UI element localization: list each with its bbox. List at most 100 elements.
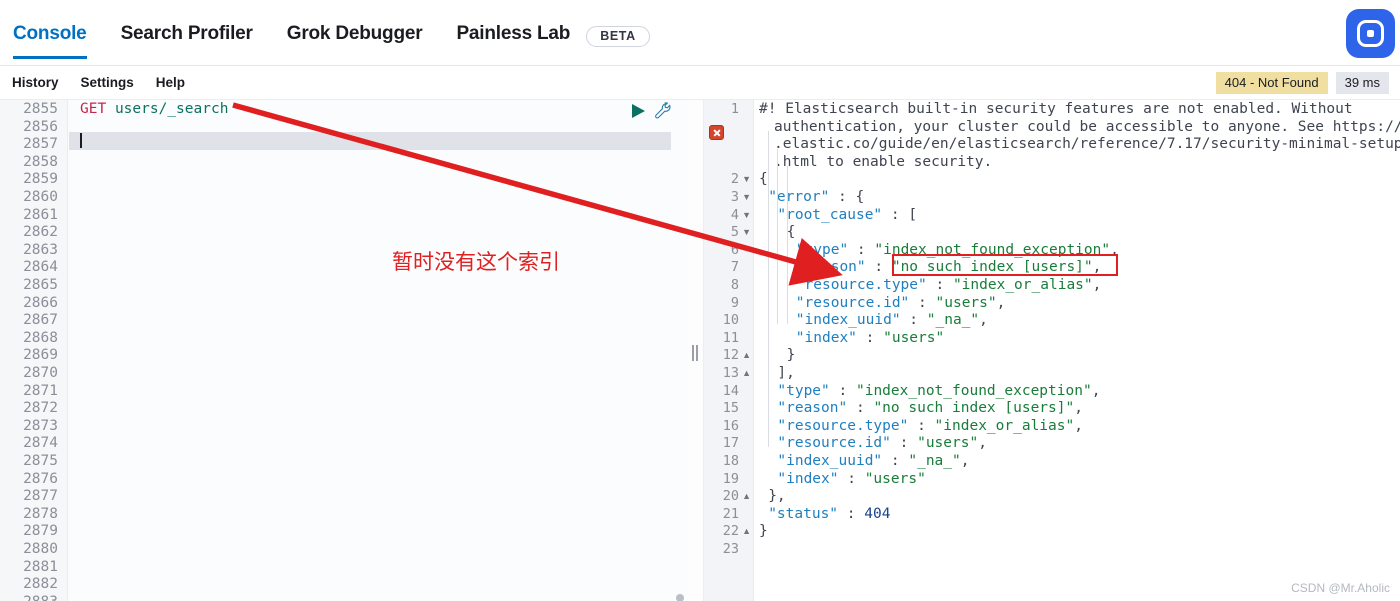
json-key: "type" [777, 382, 830, 399]
menu-item-history[interactable]: History [12, 75, 59, 90]
json-key: "reason" [777, 400, 848, 417]
beta-badge: BETA [586, 25, 650, 47]
fold-collapse-icon[interactable]: ▼ [742, 171, 751, 189]
request-line-number: 2871 [23, 382, 58, 399]
app-launcher-dot-icon [1367, 30, 1374, 37]
response-line-text: "resource.id" : "users", [777, 435, 987, 452]
response-line-number: 10 [722, 312, 739, 329]
request-line-number: 2856 [23, 118, 58, 135]
tab-grok-debugger[interactable]: Grok Debugger [287, 13, 423, 65]
json-key: "status" [768, 505, 839, 522]
json-string-value: "index_or_alias" [934, 417, 1075, 434]
request-line-number: 2872 [23, 400, 58, 417]
json-key: "resource.type" [777, 417, 909, 434]
response-line-text: } [786, 347, 796, 364]
request-line-number: 2860 [23, 189, 58, 205]
response-line-number: 5 [730, 224, 739, 241]
kibana-dev-tools-console: Console Search Profiler Grok Debugger Painl… [0, 0, 1400, 601]
response-line-number: 7 [730, 259, 739, 276]
json-string-value: "index_not_found_exception" [874, 241, 1111, 258]
request-line-number: 2873 [23, 417, 58, 434]
request-line-number: 2880 [23, 541, 58, 557]
json-string-value: "users" [935, 294, 997, 311]
response-line-text: "error" : { [768, 189, 865, 205]
response-line-text: "reason" : "no such index [users]", [795, 259, 1102, 276]
request-line-number: 2866 [23, 294, 58, 311]
indent-guide [768, 324, 769, 447]
request-editor-body[interactable]: GET users/_search [69, 100, 688, 601]
response-line-text: ], [777, 365, 795, 381]
indent-guide [777, 149, 778, 324]
response-line-text: "index" : "users" [777, 470, 926, 487]
json-key: "index" [777, 470, 839, 487]
tab-painless-lab[interactable]: Painless Lab [456, 13, 570, 65]
fold-expand-icon[interactable]: ▲ [742, 488, 751, 506]
tab-list: Console Search Profiler Grok Debugger Painl… [13, 13, 650, 65]
pane-splitter[interactable] [688, 100, 703, 601]
json-key: "index_uuid" [795, 312, 901, 329]
json-key: "index_uuid" [777, 453, 883, 469]
app-launcher-button[interactable] [1346, 9, 1395, 58]
fold-expand-icon[interactable]: ▲ [742, 347, 751, 365]
indent-guide [786, 166, 788, 324]
fold-expand-icon[interactable]: ▲ [742, 523, 751, 541]
request-line-number: 2862 [23, 224, 58, 241]
response-editor-pane[interactable]: 1 2 ▼ 3 ▼ 4 ▼ 5 ▼ 6 7 8 9 10 11 12 ▲ 13 ▲ 14 15 16 17 18 19 20 ▲ 21… [703, 100, 1400, 601]
tab-search-profiler[interactable]: Search Profiler [121, 13, 253, 65]
response-line-text: } [759, 523, 768, 540]
response-line-number: 8 [730, 277, 739, 293]
response-line-text: authentication, your cluster could be ac… [774, 118, 1400, 135]
error-x-icon[interactable] [709, 125, 724, 140]
request-line-number: 2868 [23, 329, 58, 346]
response-line-text: "resource.type" : "index_or_alias", [795, 277, 1102, 293]
fold-collapse-icon[interactable]: ▼ [742, 189, 751, 207]
play-icon[interactable] [631, 103, 646, 119]
json-number-value: 404 [864, 505, 891, 522]
request-editor-pane[interactable]: 2855 2856 2857 2858 2859 2860 2861 2862 2863 2864… [0, 100, 688, 601]
response-line-number: 22 [722, 523, 739, 540]
json-key: "reason" [795, 259, 866, 276]
text-caret [80, 133, 82, 148]
response-status-area: 404 - Not Found 39 ms [1215, 72, 1389, 94]
json-string-value: "users" [917, 435, 979, 452]
response-line-number: 4 [730, 206, 739, 223]
response-line-text: "reason" : "no such index [users]", [777, 400, 1083, 417]
request-line-number: 2882 [23, 576, 58, 593]
request-line-number: 2883 [23, 594, 58, 601]
menu-item-help[interactable]: Help [156, 75, 185, 90]
scroll-indicator[interactable] [676, 594, 684, 601]
json-key: "resource.type" [795, 277, 927, 293]
wrench-icon[interactable] [654, 102, 672, 120]
fold-collapse-icon[interactable]: ▼ [742, 224, 751, 242]
tab-console[interactable]: Console [13, 13, 87, 65]
console-menu-bar: History Settings Help 404 - Not Found 39 m… [0, 66, 1400, 100]
response-line-number: 20 [722, 488, 739, 505]
json-string-value: "no such index [users]" [891, 259, 1093, 276]
menu-item-settings[interactable]: Settings [81, 75, 134, 90]
status-badge: 404 - Not Found [1215, 72, 1328, 94]
request-line-number: 2875 [23, 453, 58, 469]
response-line-number: 17 [722, 435, 739, 452]
json-key: "resource.id" [777, 435, 891, 452]
response-line-number: 12 [722, 347, 739, 364]
response-line-number: 9 [730, 294, 739, 311]
http-method: GET [80, 101, 107, 117]
json-string-value: "index_not_found_exception" [855, 382, 1092, 399]
fold-collapse-icon[interactable]: ▼ [742, 207, 751, 225]
response-line-text: "resource.type" : "index_or_alias", [777, 417, 1083, 434]
response-line-text: }, [768, 488, 786, 505]
response-line-text: "status" : 404 [768, 505, 891, 522]
response-line-number: 11 [722, 329, 739, 346]
response-line-number: 16 [722, 417, 739, 434]
json-key: "root_cause" [777, 206, 883, 223]
fold-expand-icon[interactable]: ▲ [742, 365, 751, 383]
response-line-text: "resource.id" : "users", [795, 294, 1006, 311]
request-line-text: GET users/_search [80, 101, 228, 119]
response-editor-body[interactable]: #! Elasticsearch built-in security featu… [755, 100, 1400, 601]
json-string-value: "no such index [users]" [873, 400, 1075, 417]
response-line-number: 3 [730, 189, 739, 205]
response-line-text: #! Elasticsearch built-in security featu… [759, 101, 1353, 117]
indent-guide [768, 131, 769, 324]
request-line-number: 2865 [23, 277, 58, 293]
response-line-text: "index_uuid" : "_na_", [777, 453, 970, 469]
